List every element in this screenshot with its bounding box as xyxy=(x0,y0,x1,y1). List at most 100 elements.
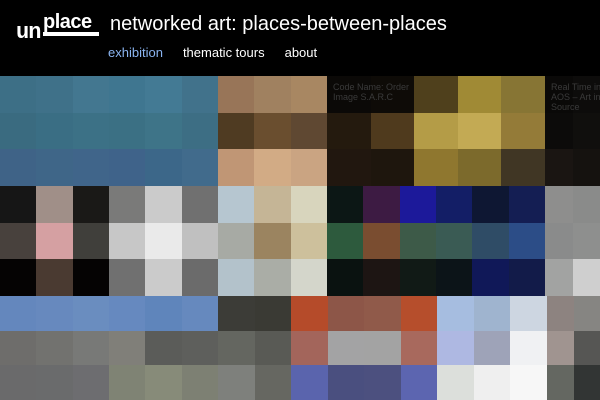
mosaic-cell xyxy=(545,259,573,296)
mosaic-cell xyxy=(436,259,472,296)
mosaic-cell xyxy=(573,186,600,223)
mosaic-cell xyxy=(218,76,254,113)
mosaic-cell xyxy=(510,365,547,400)
mosaic-cell xyxy=(254,149,291,186)
artwork-tile-dark-grey[interactable] xyxy=(218,296,291,400)
mosaic-cell xyxy=(328,365,364,400)
mosaic-cell xyxy=(218,149,254,186)
mosaic-cell xyxy=(109,259,145,296)
mosaic-cell xyxy=(291,259,327,296)
nav-about[interactable]: about xyxy=(285,44,318,62)
mosaic-cell xyxy=(218,331,255,365)
mosaic-cell xyxy=(254,259,291,296)
mosaic-cell xyxy=(291,296,328,331)
mosaic-cell xyxy=(371,149,414,186)
mosaic-cell xyxy=(0,149,36,186)
mosaic-cell xyxy=(501,149,545,186)
mosaic-cell xyxy=(36,259,73,296)
mosaic-cell xyxy=(472,186,509,223)
site-header: un place networked art: places-between-p… xyxy=(0,0,600,76)
mosaic-cell xyxy=(109,113,145,149)
artwork-tile-dark-gold[interactable]: Code Name: Order Image S.A.R.C xyxy=(327,76,545,186)
mosaic-cell xyxy=(547,296,574,331)
mosaic-cell xyxy=(218,296,255,331)
mosaic-cell xyxy=(36,113,73,149)
mosaic-cell xyxy=(458,149,501,186)
artwork-tile-pale-blue-white[interactable] xyxy=(437,296,547,400)
nav-thematic-tours[interactable]: thematic tours xyxy=(183,44,265,62)
mosaic-cell xyxy=(400,223,436,259)
mosaic-cell xyxy=(510,331,547,365)
nav-exhibition[interactable]: exhibition xyxy=(108,44,163,62)
logo-bar xyxy=(43,32,99,36)
mosaic-cell xyxy=(573,149,600,186)
artwork-tile-pale-beige[interactable] xyxy=(218,186,327,296)
mosaic-cell xyxy=(182,76,218,113)
artwork-tile-dark-text[interactable]: Real Time in AOS – Art in Source xyxy=(545,76,600,186)
mosaic-cell xyxy=(145,331,182,365)
mosaic-cell xyxy=(255,296,291,331)
artwork-tile-navy-green[interactable] xyxy=(327,186,545,296)
unplace-logo[interactable]: un place xyxy=(16,10,100,44)
mosaic-cell xyxy=(182,296,218,331)
mosaic-cell xyxy=(414,113,458,149)
artwork-tile-brown-tan[interactable] xyxy=(218,76,327,186)
mosaic-cell xyxy=(458,76,501,113)
mosaic-cell xyxy=(371,76,414,113)
mosaic-cell xyxy=(73,331,109,365)
mosaic-cell xyxy=(401,331,437,365)
mosaic-cell xyxy=(510,296,547,331)
mosaic-cell xyxy=(574,331,600,365)
mosaic-cell xyxy=(574,365,600,400)
artwork-tile-rust-violet[interactable] xyxy=(291,296,437,400)
mosaic-cell xyxy=(73,149,109,186)
mosaic-cell xyxy=(573,259,600,296)
mosaic-cell xyxy=(573,113,600,149)
mosaic-cell xyxy=(474,365,510,400)
mosaic-cell xyxy=(109,296,145,331)
mosaic-cell xyxy=(501,76,545,113)
mosaic-cell xyxy=(328,296,364,331)
mosaic-cell xyxy=(109,76,145,113)
mosaic-cell xyxy=(36,223,73,259)
mosaic-cell xyxy=(364,296,401,331)
mosaic-cell xyxy=(145,259,182,296)
artwork-tile-light-grey[interactable] xyxy=(545,186,600,296)
mosaic-cell xyxy=(458,113,501,149)
artwork-tile-taupe[interactable] xyxy=(547,296,600,400)
mosaic-cell xyxy=(218,113,254,149)
mosaic-cell xyxy=(182,259,218,296)
mosaic-cell xyxy=(182,149,218,186)
artwork-tile-grey-pink[interactable] xyxy=(0,186,218,296)
mosaic-cell xyxy=(414,149,458,186)
mosaic-cell xyxy=(401,296,437,331)
mosaic-cell xyxy=(547,365,574,400)
mosaic-cell xyxy=(145,113,182,149)
mosaic-cell xyxy=(545,149,573,186)
mosaic-cell xyxy=(327,259,363,296)
mosaic-cell xyxy=(436,223,472,259)
mosaic-cell xyxy=(145,76,182,113)
mosaic-cell xyxy=(327,186,363,223)
mosaic-cell xyxy=(291,113,327,149)
mosaic-cell xyxy=(363,186,400,223)
mosaic-cell xyxy=(573,76,600,113)
mosaic-cell xyxy=(0,365,36,400)
mosaic-cell xyxy=(547,331,574,365)
mosaic-cell xyxy=(545,113,573,149)
mosaic-cell xyxy=(0,76,36,113)
mosaic-cell xyxy=(574,296,600,331)
mosaic-cell xyxy=(73,223,109,259)
mosaic-cell xyxy=(291,223,327,259)
mosaic-cell xyxy=(36,149,73,186)
mosaic-cell xyxy=(472,259,509,296)
mosaic-cell xyxy=(145,186,182,223)
mosaic-cell xyxy=(474,296,510,331)
mosaic-cell xyxy=(573,223,600,259)
mosaic-cell xyxy=(509,186,545,223)
artwork-tile-cornflower[interactable] xyxy=(0,296,218,400)
mosaic-cell xyxy=(145,223,182,259)
mosaic-cell xyxy=(218,186,254,223)
artwork-tile-blue-teal[interactable] xyxy=(0,76,218,186)
mosaic-cell xyxy=(254,113,291,149)
